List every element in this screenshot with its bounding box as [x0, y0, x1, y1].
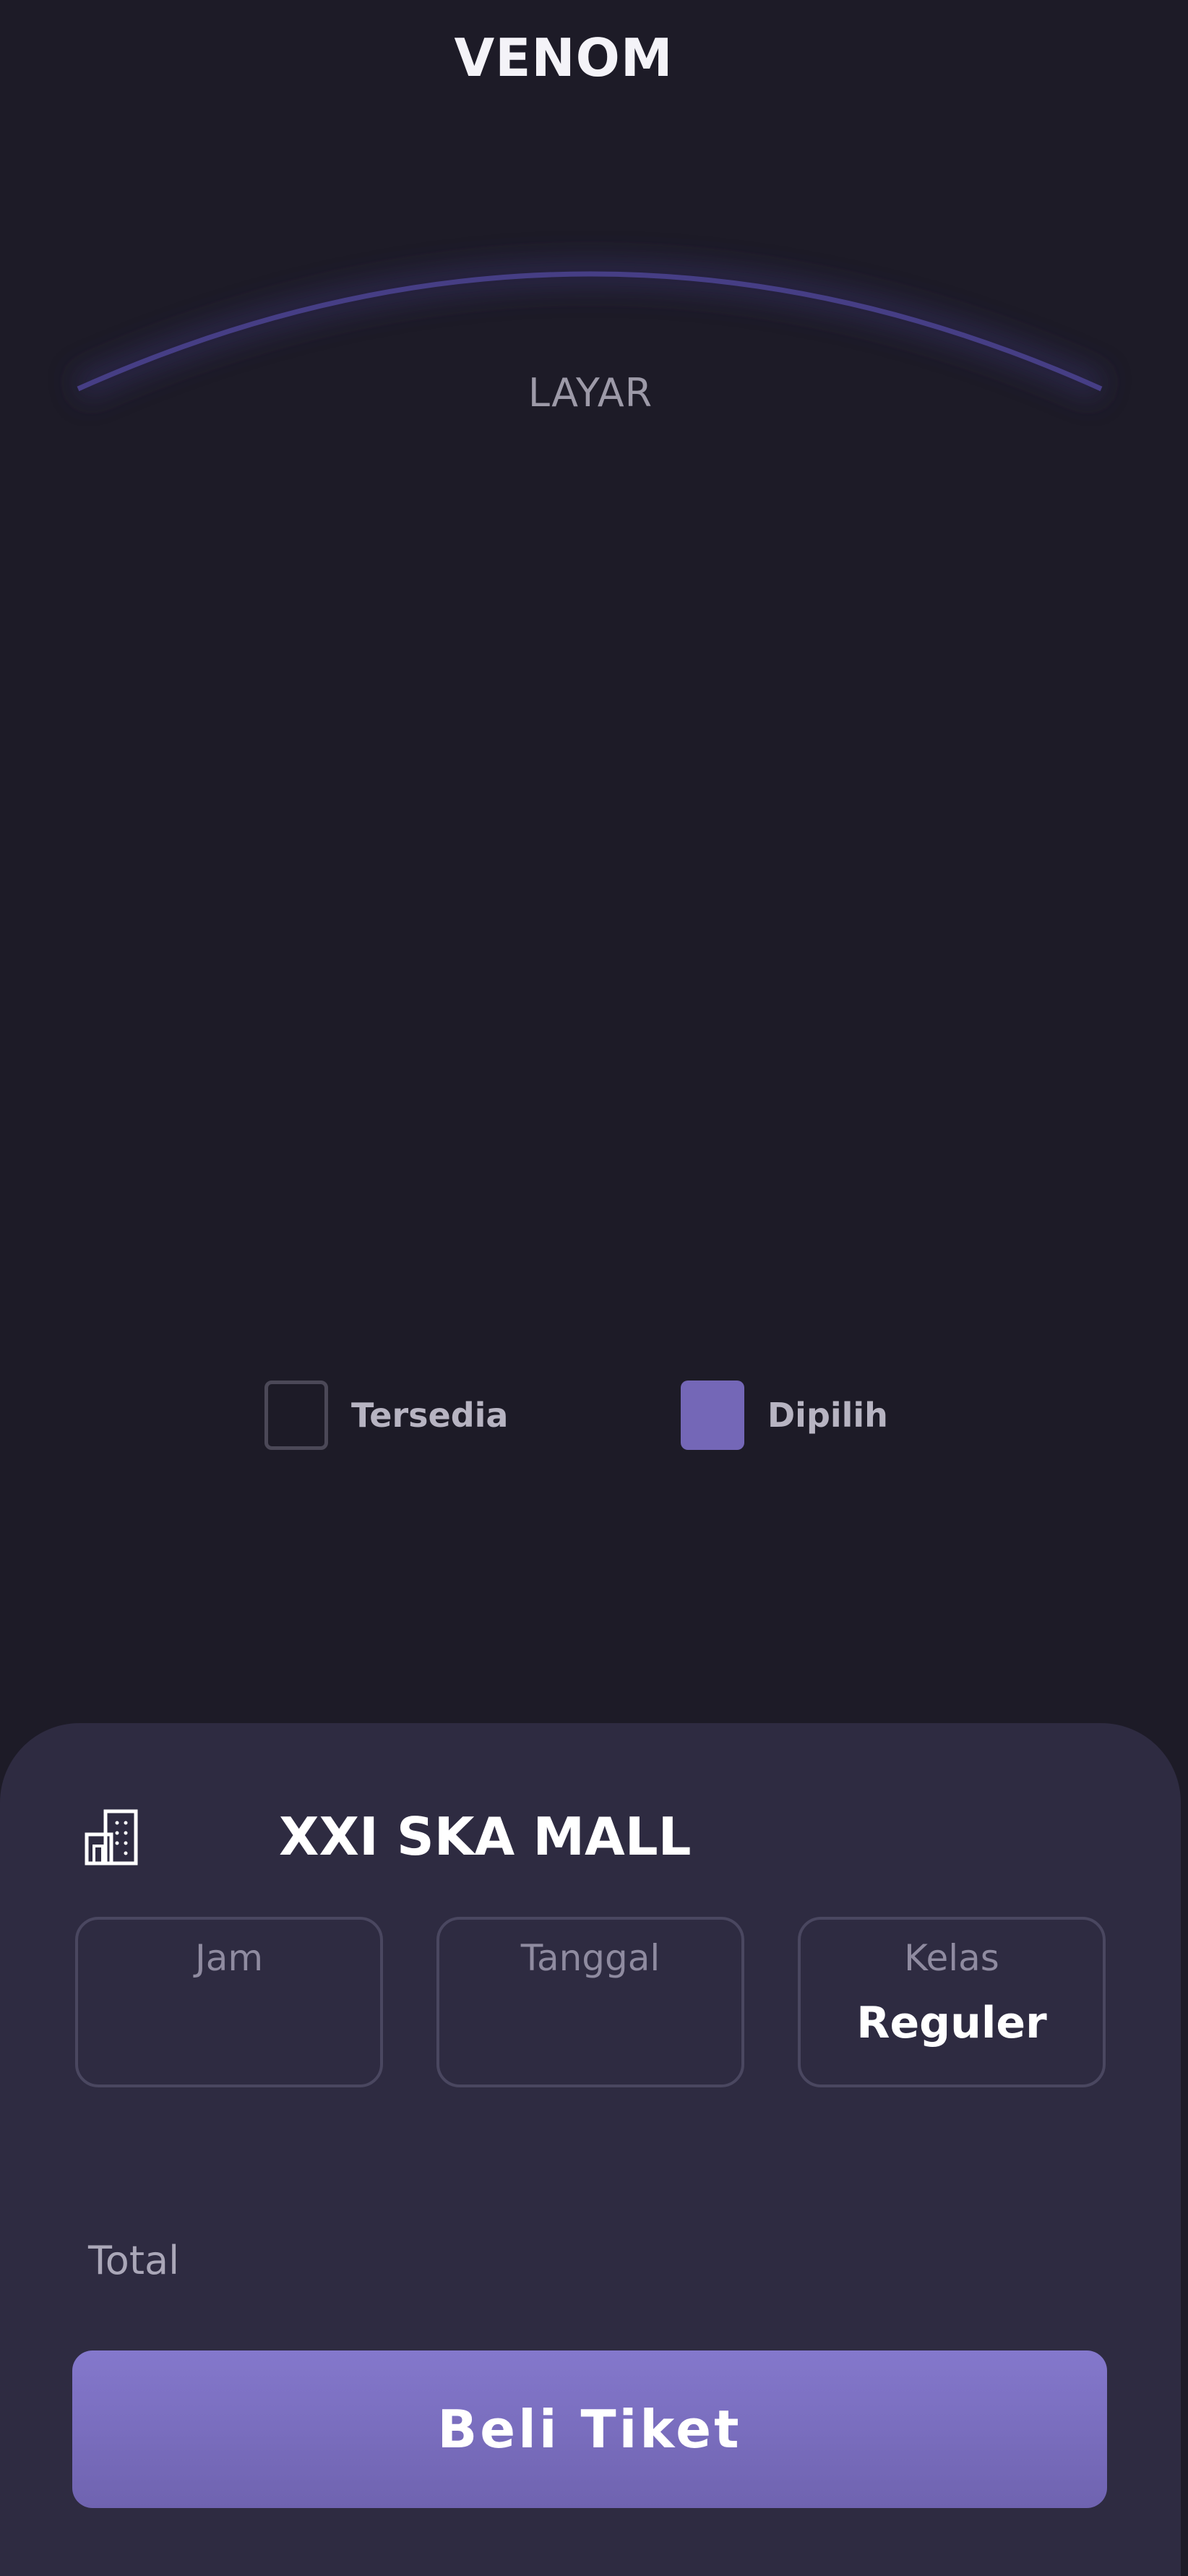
- selected-seat-swatch: [681, 1381, 744, 1450]
- cinema-row: XXI SKA MALL: [84, 1797, 1096, 1876]
- time-selector[interactable]: Jam: [75, 1917, 383, 2087]
- date-label: Tanggal: [520, 1937, 660, 1979]
- legend-selected-label: Dipilih: [767, 1396, 888, 1435]
- legend-selected: Dipilih: [681, 1379, 888, 1451]
- movie-title: VENOM: [454, 27, 673, 88]
- time-label: Jam: [194, 1937, 264, 1979]
- legend-available: Tersedia: [264, 1379, 508, 1451]
- cinema-screen: [0, 217, 1188, 455]
- seat-legend: Tersedia Dipilih: [0, 1379, 1188, 1451]
- screen-arc: [72, 259, 1108, 403]
- building-icon: [84, 1808, 139, 1866]
- total-label: Total: [88, 2238, 180, 2283]
- seat-selection-page: VENOM LAYAR Tersedia Dipilih XXI SKA MAL…: [0, 0, 1188, 2576]
- buy-ticket-button[interactable]: Beli Tiket: [72, 2350, 1107, 2508]
- screen-label: LAYAR: [528, 370, 653, 416]
- class-value: Reguler: [856, 1998, 1047, 2048]
- date-selector[interactable]: Tanggal: [436, 1917, 744, 2087]
- legend-available-label: Tersedia: [351, 1396, 509, 1435]
- class-selector[interactable]: Kelas Reguler: [798, 1917, 1106, 2087]
- booking-panel: XXI SKA MALL Jam Tanggal Kelas Reguler T…: [0, 1723, 1181, 2576]
- class-label: Kelas: [904, 1937, 999, 1979]
- available-seat-swatch: [264, 1381, 328, 1450]
- cinema-name: XXI SKA MALL: [279, 1806, 692, 1867]
